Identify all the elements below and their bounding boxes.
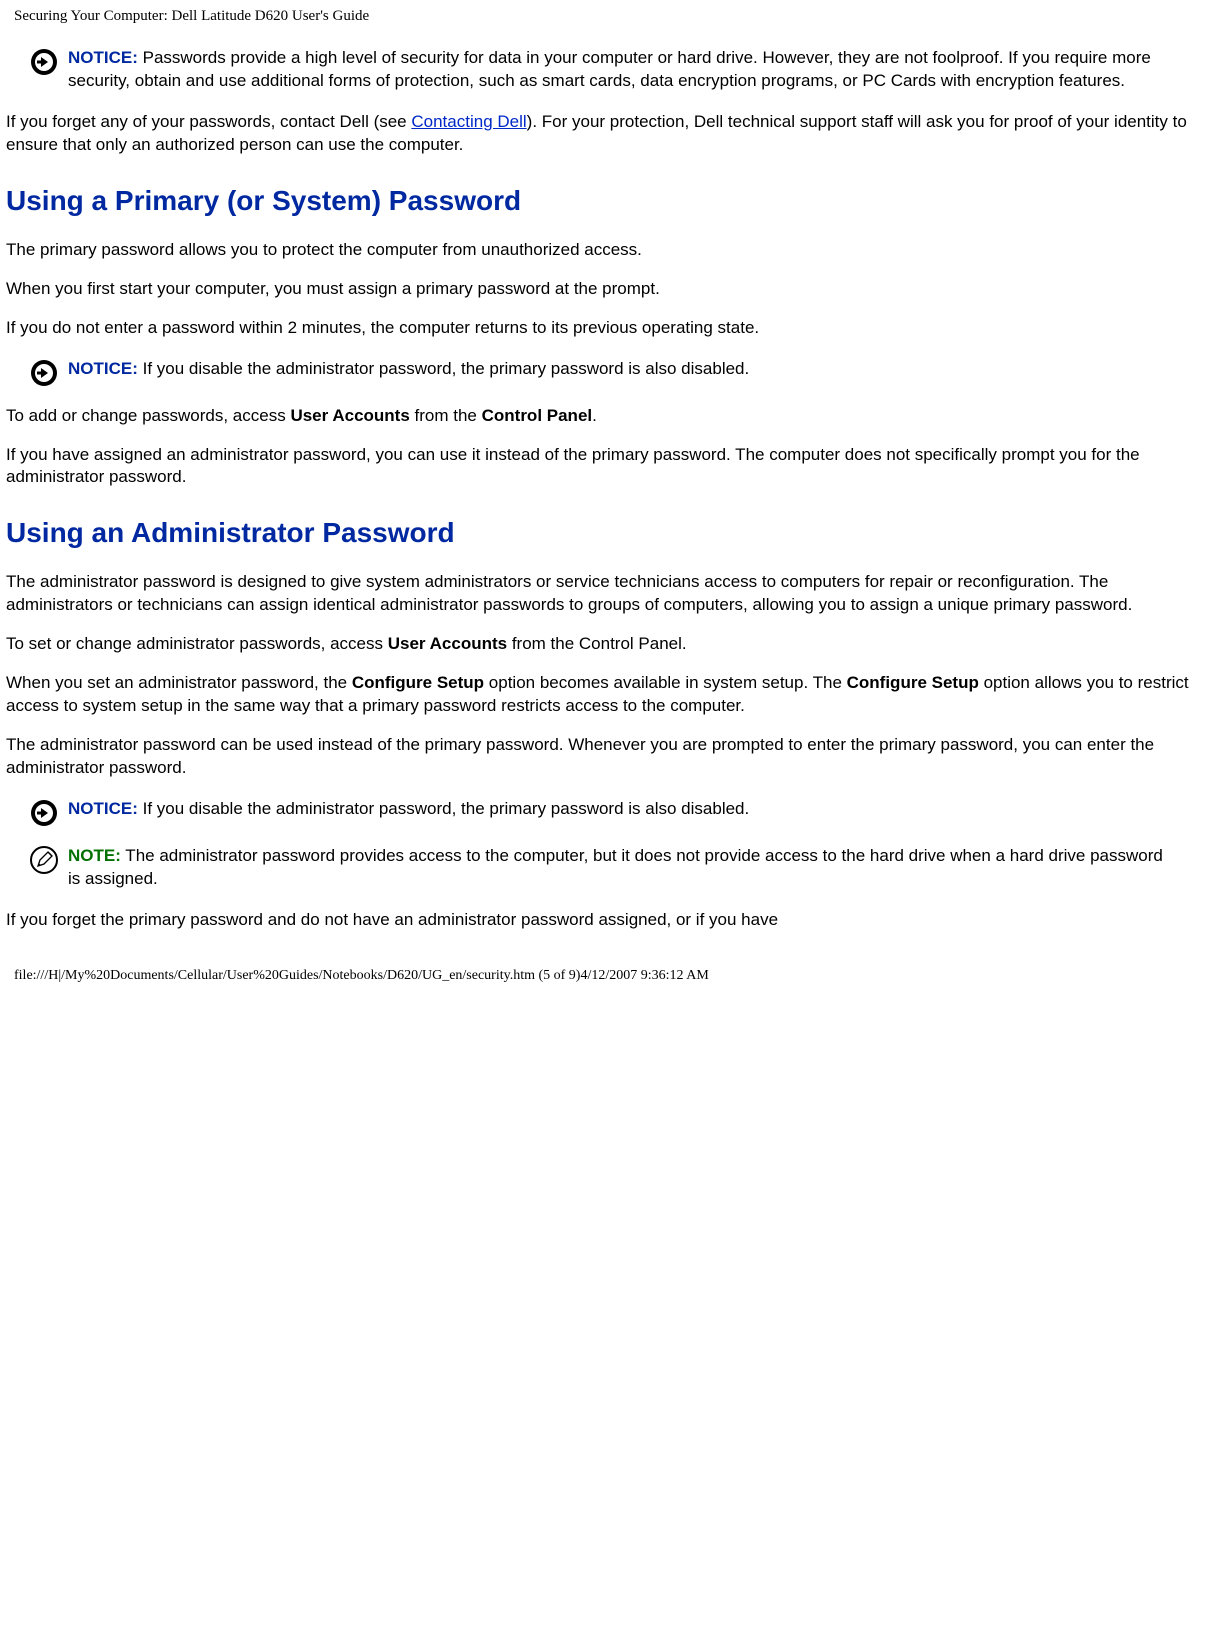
paragraph: The administrator password is designed t… — [6, 571, 1201, 617]
paragraph-add-change-passwords: To add or change passwords, access User … — [6, 405, 1201, 428]
text-fragment: . — [592, 406, 597, 425]
notice-body: If you disable the administrator passwor… — [138, 359, 749, 378]
notice-disable-admin-1: NOTICE: If you disable the administrator… — [30, 358, 1207, 387]
notice-text: NOTICE: If you disable the administrator… — [68, 358, 1167, 381]
text-fragment: from the Control Panel. — [507, 634, 687, 653]
note-body: The administrator password provides acce… — [68, 846, 1163, 888]
notice-arrow-icon — [30, 48, 58, 76]
bold-configure-setup: Configure Setup — [847, 673, 979, 692]
notice-body: If you disable the administrator passwor… — [138, 799, 749, 818]
notice-body: Passwords provide a high level of securi… — [68, 48, 1151, 90]
paragraph: If you do not enter a password within 2 … — [6, 317, 1201, 340]
notice-label: NOTICE: — [68, 799, 138, 818]
notice-text: NOTICE: Passwords provide a high level o… — [68, 47, 1167, 93]
heading-primary-password: Using a Primary (or System) Password — [6, 185, 1201, 217]
bold-control-panel: Control Panel — [482, 406, 593, 425]
notice-passwords-security: NOTICE: Passwords provide a high level o… — [30, 47, 1207, 93]
notice-label: NOTICE: — [68, 359, 138, 378]
bold-user-accounts: User Accounts — [290, 406, 409, 425]
text-fragment: When you set an administrator password, … — [6, 673, 352, 692]
page-footer: file:///H|/My%20Documents/Cellular/User%… — [0, 948, 1215, 994]
notice-label: NOTICE: — [68, 48, 138, 67]
text-fragment: option becomes available in system setup… — [484, 673, 847, 692]
paragraph: If you forget the primary password and d… — [6, 909, 1201, 932]
paragraph: The administrator password can be used i… — [6, 734, 1201, 780]
paragraph: When you first start your computer, you … — [6, 278, 1201, 301]
document-body: NOTICE: Passwords provide a high level o… — [0, 47, 1215, 932]
note-pencil-icon — [30, 846, 58, 874]
paragraph: If you have assigned an administrator pa… — [6, 444, 1201, 490]
notice-text: NOTICE: If you disable the administrator… — [68, 798, 1167, 821]
notice-disable-admin-2: NOTICE: If you disable the administrator… — [30, 798, 1207, 827]
notice-arrow-icon — [30, 799, 58, 827]
bold-configure-setup: Configure Setup — [352, 673, 484, 692]
heading-admin-password: Using an Administrator Password — [6, 517, 1201, 549]
note-text: NOTE: The administrator password provide… — [68, 845, 1167, 891]
text-fragment: To set or change administrator passwords… — [6, 634, 388, 653]
bold-user-accounts: User Accounts — [388, 634, 507, 653]
notice-arrow-icon — [30, 359, 58, 387]
text-fragment: If you forget any of your passwords, con… — [6, 112, 411, 131]
paragraph-set-admin-passwords: To set or change administrator passwords… — [6, 633, 1201, 656]
paragraph-contact-dell: If you forget any of your passwords, con… — [6, 111, 1201, 157]
text-fragment: To add or change passwords, access — [6, 406, 290, 425]
paragraph: The primary password allows you to prote… — [6, 239, 1201, 262]
paragraph-configure-setup: When you set an administrator password, … — [6, 672, 1201, 718]
page-header: Securing Your Computer: Dell Latitude D6… — [0, 0, 1215, 29]
text-fragment: from the — [410, 406, 482, 425]
contacting-dell-link[interactable]: Contacting Dell — [411, 112, 526, 131]
note-label: NOTE: — [68, 846, 121, 865]
note-hard-drive: NOTE: The administrator password provide… — [30, 845, 1207, 891]
